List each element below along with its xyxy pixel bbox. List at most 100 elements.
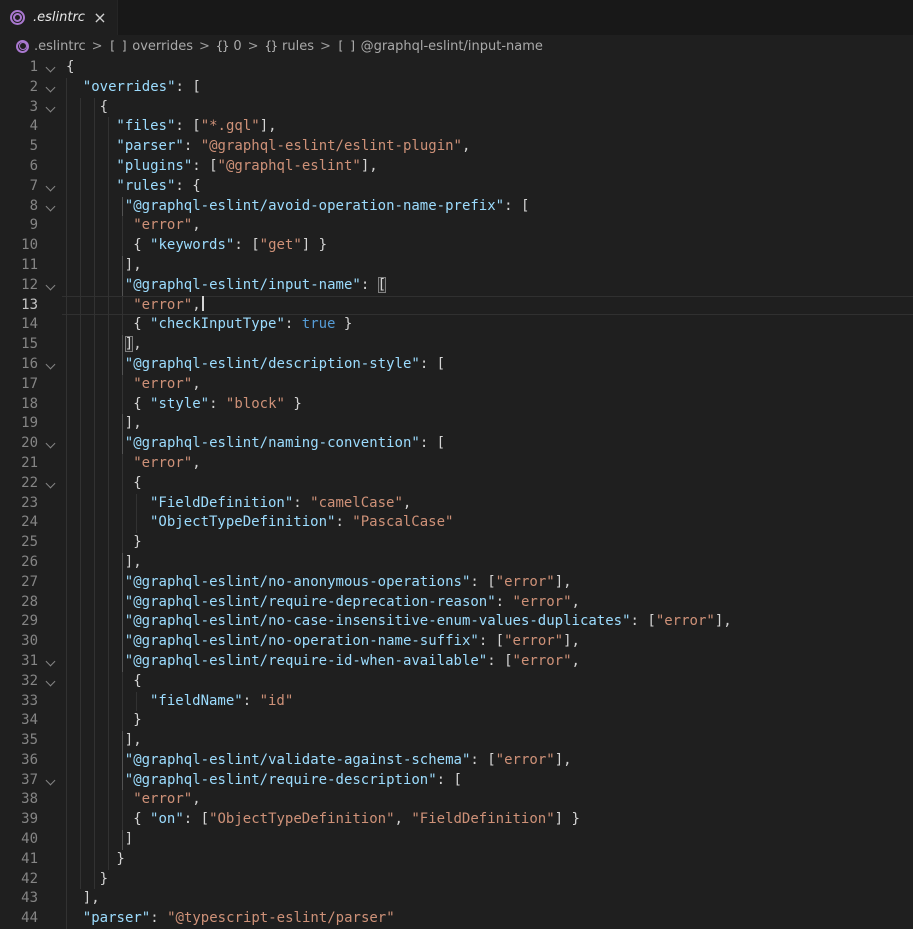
code-line[interactable]: 42} bbox=[0, 870, 913, 890]
code-line[interactable]: 32{ bbox=[0, 672, 913, 692]
code-line[interactable]: 37 "@graphql-eslint/require-description":… bbox=[0, 771, 913, 791]
chevron-down-icon[interactable] bbox=[46, 82, 56, 92]
chevron-down-icon[interactable] bbox=[46, 676, 56, 686]
chevron-down-icon[interactable] bbox=[46, 280, 56, 290]
code-line[interactable]: 8"@graphql-eslint/avoid-operation-name-p… bbox=[0, 197, 913, 217]
breadcrumb-item-rules[interactable]: {}rules bbox=[265, 39, 314, 54]
code-line[interactable]: 39{ "on": ["ObjectTypeDefinition", "Fiel… bbox=[0, 810, 913, 830]
chevron-down-icon[interactable] bbox=[46, 63, 56, 73]
chevron-down-icon[interactable] bbox=[46, 181, 56, 191]
code-text: { "style": "block" } bbox=[133, 395, 302, 415]
chevron-down-icon[interactable] bbox=[46, 201, 56, 211]
indent-guide bbox=[66, 751, 67, 771]
line-number: 17 bbox=[0, 375, 38, 395]
code-line[interactable]: 29"@graphql-eslint/no-case-insensitive-e… bbox=[0, 612, 913, 632]
indent-guide bbox=[80, 454, 81, 474]
indent-guide bbox=[108, 434, 109, 454]
code-line[interactable]: 35], bbox=[0, 731, 913, 751]
tab-eslintrc[interactable]: .eslintrc × bbox=[0, 0, 118, 35]
indent-guide bbox=[94, 434, 95, 454]
token-p: } bbox=[285, 396, 302, 412]
token-k: "@graphql-eslint/naming-convention" bbox=[125, 435, 420, 451]
indent-guide bbox=[66, 157, 67, 177]
code-line[interactable]: 15], bbox=[0, 335, 913, 355]
line-number: 37 bbox=[0, 771, 38, 791]
code-line[interactable]: 24"ObjectTypeDefinition": "PascalCase" bbox=[0, 513, 913, 533]
code-line[interactable]: 34} bbox=[0, 711, 913, 731]
code-line[interactable]: 5"parser": "@graphql-eslint/eslint-plugi… bbox=[0, 137, 913, 157]
line-number: 18 bbox=[0, 395, 38, 415]
code-line[interactable]: 40] bbox=[0, 830, 913, 850]
code-line[interactable]: 23"FieldDefinition": "camelCase", bbox=[0, 494, 913, 514]
code-line[interactable]: 20"@graphql-eslint/naming-convention": [ bbox=[0, 434, 913, 454]
indent-guide bbox=[66, 553, 67, 573]
breadcrumb-item-0[interactable]: {}0 bbox=[216, 39, 242, 54]
chevron-down-icon[interactable] bbox=[46, 478, 56, 488]
indent-guide bbox=[136, 692, 137, 712]
code-line[interactable]: 27"@graphql-eslint/no-anonymous-operatio… bbox=[0, 573, 913, 593]
indent-guide bbox=[122, 474, 123, 494]
indent-guide bbox=[94, 790, 95, 810]
code-line[interactable]: 16"@graphql-eslint/description-style": [ bbox=[0, 355, 913, 375]
eslint-icon bbox=[10, 10, 25, 25]
code-line[interactable]: 28"@graphql-eslint/require-deprecation-r… bbox=[0, 593, 913, 613]
code-text: "@graphql-eslint/no-anonymous-operations… bbox=[125, 573, 572, 593]
chevron-down-icon[interactable] bbox=[46, 102, 56, 112]
code-line[interactable]: 44"parser": "@typescript-eslint/parser" bbox=[0, 909, 913, 929]
token-s: "camelCase" bbox=[310, 495, 403, 511]
code-line[interactable]: 36"@graphql-eslint/validate-against-sche… bbox=[0, 751, 913, 771]
code-line[interactable]: 9"error", bbox=[0, 216, 913, 236]
code-line[interactable]: 19], bbox=[0, 414, 913, 434]
code-line[interactable]: 30"@graphql-eslint/no-operation-name-suf… bbox=[0, 632, 913, 652]
code-line[interactable]: 3{ bbox=[0, 98, 913, 118]
code-line[interactable]: 14{ "checkInputType": true } bbox=[0, 315, 913, 335]
code-line[interactable]: 21"error", bbox=[0, 454, 913, 474]
code-line[interactable]: 11], bbox=[0, 256, 913, 276]
close-icon[interactable]: × bbox=[93, 9, 107, 27]
line-number: 15 bbox=[0, 335, 38, 355]
chevron-down-icon[interactable] bbox=[46, 775, 56, 785]
code-editor[interactable]: 1{2"overrides": [3{4"files": ["*.gql"],5… bbox=[0, 57, 913, 915]
code-line[interactable]: 22{ bbox=[0, 474, 913, 494]
code-text: { bbox=[133, 672, 141, 692]
code-line[interactable]: 7"rules": { bbox=[0, 177, 913, 197]
code-line[interactable]: 13"error", bbox=[0, 296, 913, 316]
code-line[interactable]: 33"fieldName": "id" bbox=[0, 692, 913, 712]
code-line[interactable]: 10{ "keywords": ["get"] } bbox=[0, 236, 913, 256]
code-line[interactable]: 38"error", bbox=[0, 790, 913, 810]
token-s: "block" bbox=[226, 396, 285, 412]
token-s: "PascalCase" bbox=[352, 514, 453, 530]
chevron-down-icon[interactable] bbox=[46, 656, 56, 666]
chevron-down-icon[interactable] bbox=[46, 360, 56, 370]
chevron-down-icon[interactable] bbox=[46, 439, 56, 449]
indent-guide bbox=[94, 296, 95, 316]
code-text: "@graphql-eslint/require-description": [ bbox=[125, 771, 462, 791]
indent-guide bbox=[122, 216, 123, 236]
indent-guide bbox=[80, 296, 81, 316]
indent-guide bbox=[122, 711, 123, 731]
code-line[interactable]: 43], bbox=[0, 889, 913, 909]
code-line[interactable]: 12"@graphql-eslint/input-name": [ bbox=[0, 276, 913, 296]
breadcrumb-item--graphql-eslint-input-name[interactable]: [ ]@graphql-eslint/input-name bbox=[337, 39, 543, 54]
indent-guide bbox=[94, 117, 95, 137]
token-p: : { bbox=[175, 178, 200, 194]
code-line[interactable]: 17"error", bbox=[0, 375, 913, 395]
token-p: , bbox=[192, 376, 200, 392]
breadcrumb-item--eslintrc[interactable]: .eslintrc bbox=[16, 39, 86, 54]
code-line[interactable]: 41} bbox=[0, 850, 913, 870]
code-line[interactable]: 6"plugins": ["@graphql-eslint"], bbox=[0, 157, 913, 177]
breadcrumb-item-overrides[interactable]: [ ]overrides bbox=[109, 39, 193, 54]
code-line[interactable]: 2"overrides": [ bbox=[0, 78, 913, 98]
code-line[interactable]: 18 { "style": "block" } bbox=[0, 395, 913, 415]
indent-guide bbox=[108, 454, 109, 474]
code-line[interactable]: 26], bbox=[0, 553, 913, 573]
code-line[interactable]: 4"files": ["*.gql"], bbox=[0, 117, 913, 137]
token-k: "overrides" bbox=[83, 79, 176, 95]
indent-guide bbox=[80, 672, 81, 692]
indent-guide bbox=[108, 395, 109, 415]
indent-guide bbox=[108, 177, 109, 197]
indent-guide bbox=[94, 711, 95, 731]
code-line[interactable]: 1{ bbox=[0, 58, 913, 78]
code-line[interactable]: 25} bbox=[0, 533, 913, 553]
code-line[interactable]: 31"@graphql-eslint/require-id-when-avail… bbox=[0, 652, 913, 672]
